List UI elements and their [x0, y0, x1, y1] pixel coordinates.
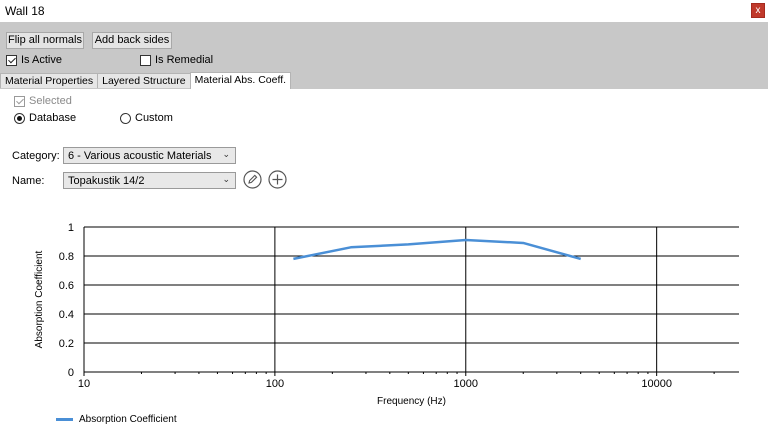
category-label: Category: [12, 150, 60, 162]
custom-radio[interactable]: Custom [120, 112, 173, 124]
chevron-down-icon: ⌄ [222, 174, 230, 184]
is-active-label: Is Active [21, 54, 62, 66]
y-tick-label: 0.2 [59, 338, 74, 350]
x-tick-label: 100 [266, 378, 284, 390]
database-radio[interactable]: Database [14, 112, 76, 124]
is-remedial-label: Is Remedial [155, 54, 214, 66]
y-tick-label: 0.6 [59, 280, 74, 292]
name-select[interactable]: Topakustik 14/2 ⌄ [63, 172, 236, 189]
tab-material-properties[interactable]: Material Properties [0, 73, 99, 88]
is-remedial-check-icon [140, 54, 151, 66]
selected-check-icon [14, 95, 25, 107]
custom-radio-icon [120, 112, 131, 124]
window-title: Wall 18 [5, 4, 45, 18]
edit-pencil-icon[interactable] [243, 170, 262, 189]
is-remedial-checkbox[interactable]: Is Remedial [140, 54, 213, 66]
chevron-down-icon: ⌄ [222, 149, 230, 159]
title-bar: Wall 18 x [0, 0, 768, 22]
toolbar: Flip all normals Add back sides Is Activ… [0, 22, 768, 89]
y-tick-label: 0 [68, 367, 74, 379]
x-axis-label: Frequency (Hz) [377, 396, 446, 407]
legend-swatch [56, 418, 73, 421]
database-label: Database [29, 112, 77, 124]
tab-strip: Material Properties Layered Structure Ma… [0, 72, 292, 89]
is-active-check-icon [6, 54, 17, 66]
tab-layered-structure[interactable]: Layered Structure [97, 73, 191, 88]
name-label: Name: [12, 175, 45, 187]
close-button[interactable]: x [751, 3, 765, 18]
y-tick-label: 0.8 [59, 251, 74, 263]
x-tick-label: 10000 [641, 378, 672, 390]
flip-all-normals-button[interactable]: Flip all normals [6, 32, 84, 49]
name-value: Topakustik 14/2 [68, 175, 145, 187]
selected-label: Selected [29, 95, 72, 107]
legend-label: Absorption Coefficient [79, 414, 177, 425]
tab-material-abs-coeff[interactable]: Material Abs. Coeff. [189, 72, 292, 89]
category-select[interactable]: 6 - Various acoustic Materials ⌄ [63, 147, 236, 164]
selected-checkbox[interactable]: Selected [14, 95, 72, 107]
chart-legend: Absorption Coefficient [56, 414, 177, 425]
x-tick-label: 10 [78, 378, 90, 390]
x-tick-label: 1000 [454, 378, 478, 390]
y-axis-label: Absorption Coefficient [34, 250, 45, 348]
category-value: 6 - Various acoustic Materials [68, 150, 212, 162]
is-active-checkbox[interactable]: Is Active [6, 54, 62, 66]
add-back-sides-button[interactable]: Add back sides [92, 32, 172, 49]
y-tick-label: 0.4 [59, 309, 74, 321]
series-line [293, 238, 582, 261]
database-radio-icon [14, 112, 25, 124]
y-tick-label: 1 [68, 222, 74, 234]
add-plus-icon[interactable] [268, 170, 287, 189]
custom-label: Custom [135, 112, 173, 124]
